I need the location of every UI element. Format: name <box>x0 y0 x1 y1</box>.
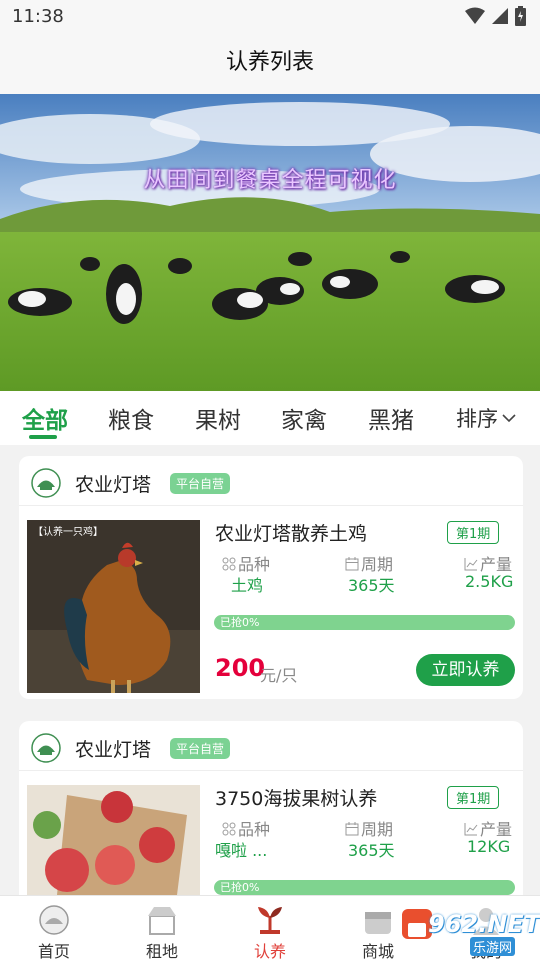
progress-bar: 已抢0% <box>214 615 515 630</box>
nav-adopt[interactable]: 认养 <box>216 896 324 960</box>
nav-label: 认养 <box>253 942 286 960</box>
product-card[interactable]: 农业灯塔 平台自营 3750海拔果树认养 第1期 品种 嘎啦 ... 周期 36… <box>19 721 523 921</box>
shop-name[interactable]: 农业灯塔 <box>75 735 151 762</box>
tab-all[interactable]: 全部 <box>22 401 68 435</box>
adopt-icon <box>258 907 282 934</box>
card-header: 农业灯塔 平台自营 <box>19 456 523 506</box>
adopt-now-button[interactable]: 立即认养 <box>416 654 515 686</box>
progress-bar: 已抢0% <box>214 880 515 895</box>
home-icon <box>39 905 69 935</box>
product-image[interactable] <box>27 785 200 895</box>
tab-fruit-trees[interactable]: 果树 <box>195 401 241 435</box>
status-bar: 11:38 <box>0 0 540 34</box>
grid-icon <box>222 557 236 571</box>
image-tag: 【认养一只鸡】 <box>33 527 103 538</box>
tab-poultry[interactable]: 家禽 <box>281 401 327 435</box>
wifi-icon <box>465 7 485 24</box>
period-badge: 第1期 <box>447 521 500 544</box>
tab-grain[interactable]: 粮食 <box>108 401 154 435</box>
shop-name[interactable]: 农业灯塔 <box>75 470 151 497</box>
spec-cycle-value: 365天 <box>348 841 395 860</box>
status-icons <box>465 6 526 26</box>
pasture-cows-picture <box>0 94 540 391</box>
nav-label: 租地 <box>145 942 178 960</box>
price: 200 <box>215 654 266 682</box>
nav-home[interactable]: 首页 <box>0 896 108 960</box>
tab-black-pig[interactable]: 黑猪 <box>368 401 414 435</box>
nav-label: 首页 <box>37 942 70 960</box>
page-title: 认养列表 <box>225 50 314 75</box>
status-time: 11:38 <box>12 6 64 27</box>
spec-breed-value: 嘎啦 ... <box>215 841 268 860</box>
progress-label: 已抢0% <box>220 881 260 894</box>
category-tabs: 全部 粮食 果树 家禽 黑猪 排序 <box>0 391 540 445</box>
shop-badge: 平台自营 <box>170 473 231 494</box>
land-icon <box>148 907 176 935</box>
grid-icon <box>222 822 236 836</box>
calendar-icon <box>345 557 359 571</box>
battery-icon <box>515 6 526 26</box>
shop-logo-icon <box>31 733 61 763</box>
spec-breed-value: 土鸡 <box>231 576 264 595</box>
progress-label: 已抢0% <box>220 616 260 629</box>
shop-badge: 平台自营 <box>170 738 231 759</box>
watermark-text: 962.NET <box>428 910 540 938</box>
rooster-picture <box>27 520 200 693</box>
signal-icon <box>492 8 508 24</box>
watermark-subtext: 乐游网 <box>470 937 516 956</box>
shop-icon <box>365 912 391 934</box>
period-badge: 第1期 <box>447 786 500 809</box>
active-tab-indicator <box>29 435 57 439</box>
chart-icon <box>464 823 478 836</box>
chart-icon <box>464 558 478 571</box>
sort-label: 排序 <box>456 407 498 431</box>
nav-rent-land[interactable]: 租地 <box>108 896 216 960</box>
shop-logo-icon <box>31 468 61 498</box>
calendar-icon <box>345 822 359 836</box>
title-bar: 认养列表 <box>0 34 540 94</box>
banner-image[interactable]: 从田间到餐桌全程可视化 <box>0 94 540 391</box>
spec-yield-value: 12KG <box>467 837 511 856</box>
card-header: 农业灯塔 平台自营 <box>19 721 523 771</box>
sort-button[interactable]: 排序 <box>456 403 516 433</box>
product-title[interactable]: 农业灯塔散养土鸡 <box>215 519 367 546</box>
price-unit: 元/只 <box>260 666 298 685</box>
product-card[interactable]: 农业灯塔 平台自营 【认养一只鸡】 农业灯塔散养土鸡 第1期 品种 土鸡 周期 … <box>19 456 523 699</box>
apples-picture <box>27 785 200 895</box>
banner-caption: 从田间到餐桌全程可视化 <box>143 168 397 193</box>
product-image[interactable]: 【认养一只鸡】 <box>27 520 200 693</box>
chevron-down-icon <box>502 414 516 423</box>
product-title[interactable]: 3750海拔果树认养 <box>215 784 377 811</box>
spec-yield-value: 2.5KG <box>465 572 514 591</box>
spec-cycle-value: 365天 <box>348 576 395 595</box>
